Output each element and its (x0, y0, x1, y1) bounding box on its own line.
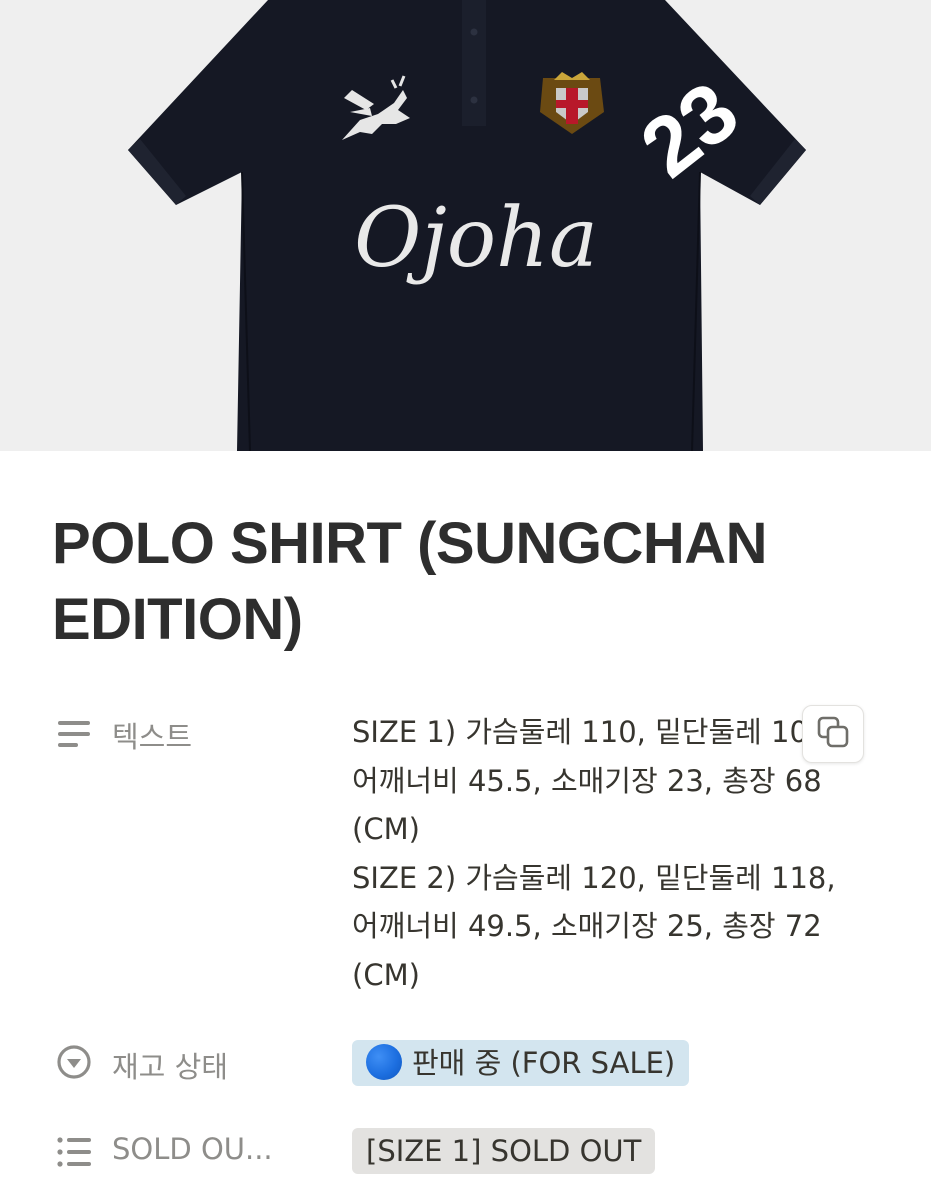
text-lines-icon (56, 716, 92, 752)
page-title: POLO SHIRT (SUNGCHAN EDITION) (52, 511, 768, 652)
blue-circle-icon (366, 1044, 402, 1080)
list-icon (56, 1134, 92, 1170)
property-value-text[interactable]: SIZE 1) 가슴둘레 110, 밑단둘레 10 어깨너비 45.5, 소매기… (352, 708, 852, 999)
polo-shirt-image: 23 Ojoha (128, 0, 806, 451)
status-badge[interactable]: 판매 중 (FOR SALE) (352, 1040, 690, 1086)
select-circle-icon (56, 1044, 92, 1080)
property-label[interactable]: SOLD OU... (112, 1132, 273, 1166)
copy-icon (816, 715, 850, 753)
property-label[interactable]: 텍스트 (112, 714, 192, 756)
script-logo: Ojoha (354, 191, 598, 286)
product-image: 23 Ojoha (0, 0, 931, 451)
status-badge-label: 판매 중 (FOR SALE) (412, 1046, 676, 1080)
property-label[interactable]: 재고 상태 (112, 1044, 228, 1086)
sold-out-tag[interactable]: [SIZE 1] SOLD OUT (352, 1128, 656, 1174)
copy-button[interactable] (802, 705, 864, 763)
